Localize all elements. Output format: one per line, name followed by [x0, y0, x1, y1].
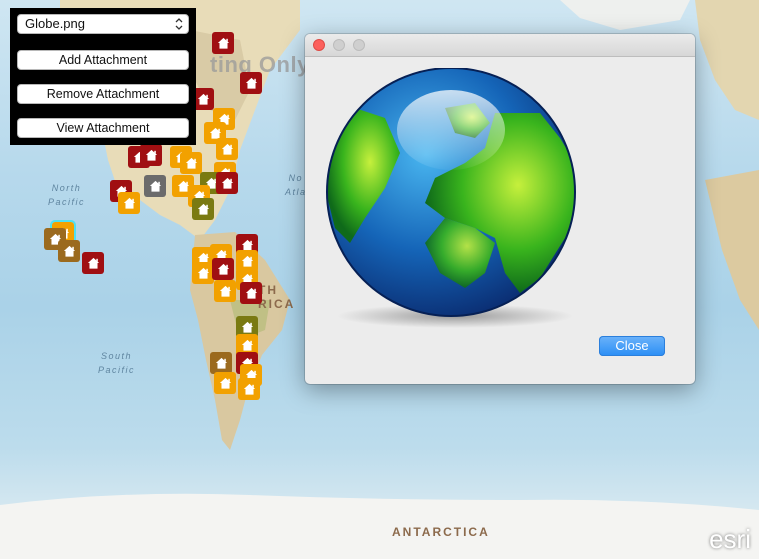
house-icon [144, 148, 159, 163]
map-pin[interactable] [212, 32, 234, 54]
map-pin[interactable] [118, 192, 140, 214]
attachment-select[interactable]: Globe.png [17, 14, 189, 34]
window-minimize-icon[interactable] [333, 39, 345, 51]
house-icon [240, 338, 255, 353]
map-pin[interactable] [216, 138, 238, 160]
house-icon [218, 284, 233, 299]
attachment-select-value: Globe.png [25, 16, 85, 31]
house-icon [240, 320, 255, 335]
map-pin[interactable] [214, 372, 236, 394]
map-pin[interactable] [238, 378, 260, 400]
house-icon [214, 356, 229, 371]
label-south-pacific: South Pacific [98, 351, 136, 375]
map-pin[interactable] [212, 258, 234, 280]
map-pin[interactable] [210, 352, 232, 374]
house-icon [196, 266, 211, 281]
house-icon [86, 256, 101, 271]
house-icon [62, 244, 77, 259]
map-pin[interactable] [180, 152, 202, 174]
house-icon [148, 179, 163, 194]
map-pin[interactable] [144, 175, 166, 197]
map-pin[interactable] [240, 72, 262, 94]
view-attachment-button[interactable]: View Attachment [17, 118, 189, 138]
globe-image [326, 68, 576, 328]
window-close-icon[interactable] [313, 39, 325, 51]
label-south-america: TH RICA [258, 283, 296, 311]
chevron-updown-icon [175, 18, 183, 30]
map-pin[interactable] [192, 262, 214, 284]
map-pin[interactable] [216, 172, 238, 194]
house-icon [216, 262, 231, 277]
attachment-panel: Globe.png Add Attachment Remove Attachme… [10, 8, 196, 145]
map-pin[interactable] [214, 280, 236, 302]
label-north-pacific: North Pacific [48, 183, 86, 207]
house-icon [220, 142, 235, 157]
house-icon [242, 382, 257, 397]
label-antarctica: ANTARCTICA [392, 525, 490, 539]
window-zoom-icon[interactable] [353, 39, 365, 51]
house-icon [196, 202, 211, 217]
esri-logo: esri [709, 524, 751, 554]
map-pin[interactable] [82, 252, 104, 274]
house-icon [218, 376, 233, 391]
map-pin[interactable] [140, 144, 162, 166]
map-pin[interactable] [58, 240, 80, 262]
house-icon [240, 254, 255, 269]
window-titlebar[interactable] [305, 34, 695, 57]
add-attachment-button[interactable]: Add Attachment [17, 50, 189, 70]
house-icon [216, 36, 231, 51]
house-icon [244, 286, 259, 301]
close-button[interactable]: Close [599, 336, 665, 356]
house-icon [122, 196, 137, 211]
label-north-atlantic: No Atla [285, 173, 307, 197]
map-pin[interactable] [240, 282, 262, 304]
house-icon [220, 176, 235, 191]
house-icon [196, 92, 211, 107]
remove-attachment-button[interactable]: Remove Attachment [17, 84, 189, 104]
house-icon [184, 156, 199, 171]
attachment-viewer-window: Close [305, 34, 695, 384]
map-pin[interactable] [192, 198, 214, 220]
house-icon [244, 76, 259, 91]
